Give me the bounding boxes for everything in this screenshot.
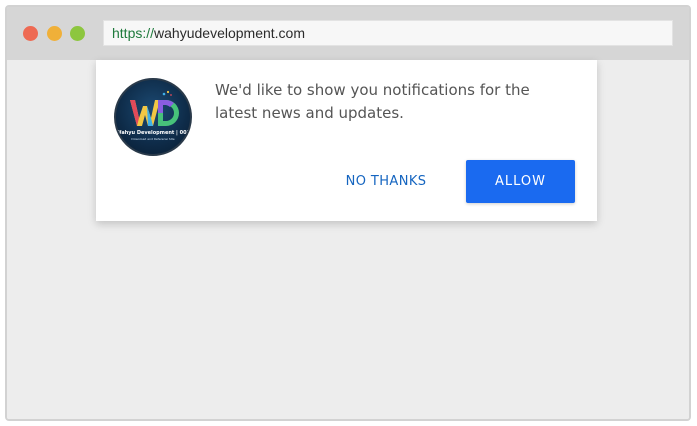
browser-window: https://wahyudevelopment.com Wahyu Devel… — [5, 5, 691, 421]
page-content: Wahyu Development | 007 Download and Ref… — [7, 60, 689, 419]
allow-button[interactable]: ALLOW — [466, 160, 575, 203]
wd-logo-icon — [130, 90, 179, 126]
no-thanks-button[interactable]: NO THANKS — [332, 159, 440, 203]
browser-titlebar: https://wahyudevelopment.com — [7, 7, 689, 60]
notification-message: We'd like to show you notifications for … — [215, 81, 530, 122]
logo-title: Wahyu Development | 007 — [116, 130, 191, 136]
window-close-icon[interactable] — [23, 26, 38, 41]
window-minimize-icon[interactable] — [47, 26, 62, 41]
address-bar[interactable]: https://wahyudevelopment.com — [103, 20, 673, 46]
site-logo: Wahyu Development | 007 Download and Ref… — [114, 78, 192, 156]
url-scheme: https:// — [112, 25, 155, 41]
url-host: wahyudevelopment.com — [154, 25, 306, 41]
logo-subtitle: Download and Referensi Site — [131, 137, 175, 141]
window-maximize-icon[interactable] — [70, 26, 85, 41]
notification-prompt: Wahyu Development | 007 Download and Ref… — [96, 60, 597, 221]
